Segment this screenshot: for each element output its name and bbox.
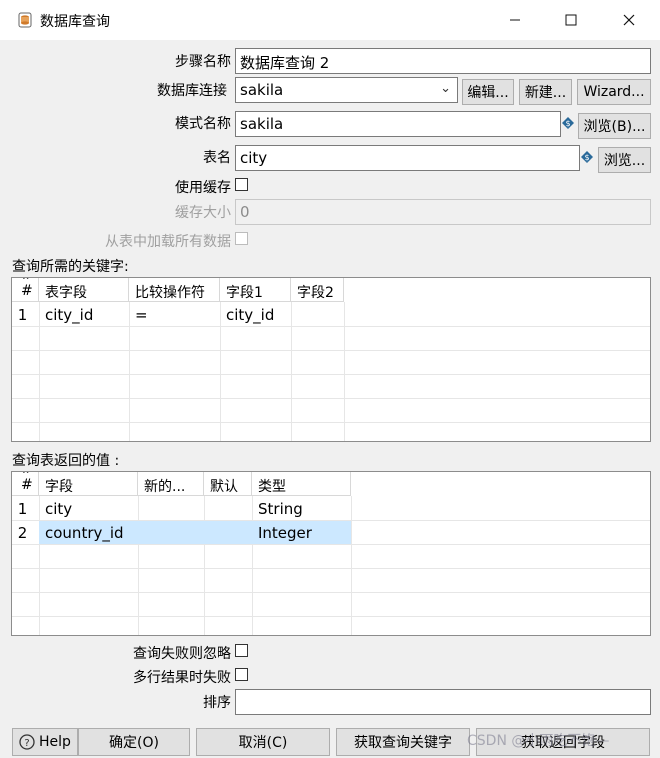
table-header[interactable]: 字段2 bbox=[291, 278, 344, 302]
window-title: 数据库查询 bbox=[40, 14, 110, 30]
ignore-fail-label: 查询失败则忽略 bbox=[133, 646, 231, 662]
row-number: 1 bbox=[17, 306, 28, 324]
minimize-icon bbox=[510, 19, 520, 21]
keys-section-title: 查询所需的关键字: bbox=[12, 259, 129, 275]
table-header[interactable]: 默认 bbox=[204, 472, 252, 496]
get-keys-button[interactable]: 获取查询关键字 bbox=[336, 728, 470, 756]
connection-select[interactable]: sakila ⌄ bbox=[235, 77, 458, 103]
new-connection-button[interactable]: 新建... bbox=[519, 79, 572, 105]
ignore-fail-checkbox[interactable] bbox=[235, 644, 248, 657]
operator-cell[interactable]: = bbox=[129, 304, 220, 326]
schema-label: 模式名称 bbox=[175, 116, 231, 132]
database-icon bbox=[18, 12, 32, 28]
table-header-number: ^ # bbox=[12, 278, 39, 302]
table-name-input[interactable]: city bbox=[235, 145, 580, 171]
maximize-icon bbox=[565, 14, 577, 26]
use-cache-label: 使用缓存 bbox=[175, 180, 231, 196]
edit-connection-button[interactable]: 编辑... bbox=[462, 79, 514, 105]
type-cell[interactable]: Integer bbox=[252, 522, 351, 544]
use-cache-checkbox[interactable] bbox=[235, 178, 248, 191]
table-field-cell[interactable]: city_id bbox=[39, 304, 129, 326]
field1-cell[interactable]: city_id bbox=[220, 304, 291, 326]
wizard-button[interactable]: Wizard... bbox=[577, 79, 651, 105]
help-label: Help bbox=[39, 734, 71, 750]
minimize-button[interactable] bbox=[486, 0, 544, 40]
close-button[interactable] bbox=[600, 0, 658, 40]
fail-multi-checkbox[interactable] bbox=[235, 668, 248, 681]
variable-icon: $ bbox=[562, 117, 574, 129]
type-cell[interactable]: String bbox=[252, 498, 351, 520]
connection-label: 数据库连接 bbox=[157, 83, 227, 99]
schema-input[interactable]: sakila bbox=[235, 111, 561, 137]
cache-size-label: 缓存大小 bbox=[175, 205, 231, 221]
watermark: CSDN @小雨吃不饱— bbox=[467, 733, 610, 749]
order-input[interactable] bbox=[235, 689, 651, 715]
new-name-cell[interactable] bbox=[138, 522, 204, 526]
fail-multi-label: 多行结果时失败 bbox=[133, 670, 231, 686]
table-header[interactable]: 字段1 bbox=[220, 278, 291, 302]
svg-text:$: $ bbox=[565, 119, 570, 128]
field-cell[interactable]: city bbox=[39, 498, 138, 520]
help-icon: ? bbox=[19, 734, 35, 750]
svg-text:?: ? bbox=[24, 738, 29, 749]
connection-value: sakila bbox=[240, 81, 284, 99]
return-section-title: 查询表返回的值 : bbox=[12, 453, 120, 469]
maximize-button[interactable] bbox=[542, 0, 600, 40]
return-values-table[interactable]: ^ # 字段 新的... 默认 类型 1 city String 2 count… bbox=[11, 471, 651, 636]
step-name-input[interactable]: 数据库查询 2 bbox=[235, 48, 651, 74]
cache-size-input[interactable]: 0 bbox=[235, 199, 651, 225]
ok-button[interactable]: 确定(O) bbox=[78, 728, 190, 756]
table-header[interactable]: 表字段 bbox=[39, 278, 129, 302]
table-header-number: ^ # bbox=[12, 472, 39, 496]
load-all-label: 从表中加载所有数据 bbox=[105, 234, 231, 250]
help-button[interactable]: ? Help bbox=[12, 728, 78, 756]
row-number: 1 bbox=[17, 500, 28, 518]
schema-browse-button[interactable]: 浏览(B)... bbox=[578, 113, 651, 139]
variable-icon: $ bbox=[581, 151, 593, 163]
table-header[interactable]: 类型 bbox=[252, 472, 351, 496]
table-browse-button[interactable]: 浏览... bbox=[598, 147, 651, 173]
row-number: 2 bbox=[17, 524, 28, 542]
field2-cell[interactable] bbox=[291, 302, 344, 326]
table-header[interactable]: 字段 bbox=[39, 472, 138, 496]
cancel-button[interactable]: 取消(C) bbox=[196, 728, 330, 756]
svg-text:$: $ bbox=[584, 153, 589, 162]
chevron-down-icon: ⌄ bbox=[440, 81, 451, 96]
step-name-label: 步骤名称 bbox=[175, 54, 231, 70]
default-cell[interactable] bbox=[204, 522, 252, 526]
table-name-label: 表名 bbox=[203, 150, 231, 166]
load-all-checkbox[interactable] bbox=[235, 232, 248, 245]
keys-table[interactable]: ^ # 表字段 比较操作符 字段1 字段2 1 city_id = city_i… bbox=[11, 277, 651, 442]
table-header[interactable]: 新的... bbox=[138, 472, 204, 496]
table-header[interactable]: 比较操作符 bbox=[129, 278, 220, 302]
new-name-cell[interactable] bbox=[138, 498, 204, 502]
default-cell[interactable] bbox=[204, 498, 252, 502]
order-label: 排序 bbox=[203, 695, 231, 711]
close-icon bbox=[623, 14, 635, 26]
